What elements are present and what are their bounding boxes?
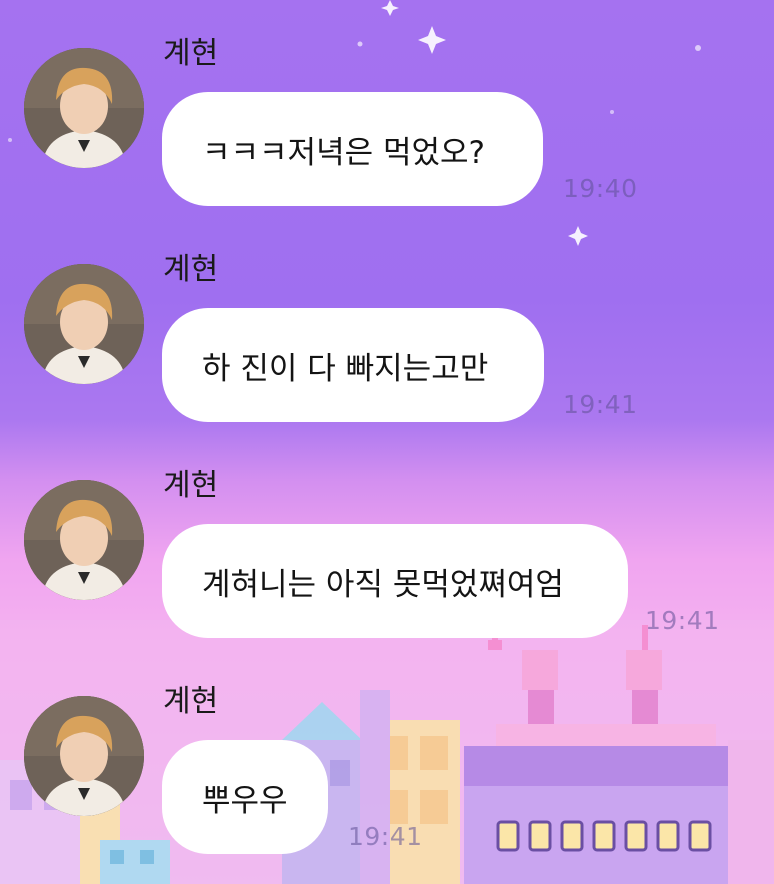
avatar[interactable] (24, 48, 144, 168)
sender-name: 계현 (163, 468, 219, 503)
profile-photo-icon (24, 48, 144, 168)
avatar[interactable] (24, 264, 144, 384)
profile-photo-icon (24, 480, 144, 600)
sender-name: 계현 (163, 252, 219, 287)
chat-message: 계현 계혀니는 아직 못먹었쪄여엄 19:41 (0, 432, 774, 638)
message-bubble[interactable]: 하 진이 다 빠지는고만 (162, 308, 544, 422)
chat-message: 계현 뿌우우 19:41 (0, 648, 774, 854)
sender-name: 계현 (163, 684, 219, 719)
chat-message: 계현 ㅋㅋㅋ저녁은 먹었오? 19:40 (0, 0, 774, 206)
avatar[interactable] (24, 480, 144, 600)
chat-message: 계현 하 진이 다 빠지는고만 19:41 (0, 216, 774, 422)
message-timestamp: 19:41 (348, 822, 423, 851)
profile-photo-icon (24, 264, 144, 384)
message-timestamp: 19:40 (563, 174, 638, 203)
message-bubble[interactable]: 계혀니는 아직 못먹었쪄여엄 (162, 524, 628, 638)
message-timestamp: 19:41 (645, 606, 720, 635)
profile-photo-icon (24, 696, 144, 816)
message-timestamp: 19:41 (563, 390, 638, 419)
message-bubble[interactable]: ㅋㅋㅋ저녁은 먹었오? (162, 92, 543, 206)
avatar[interactable] (24, 696, 144, 816)
sender-name: 계현 (163, 36, 219, 71)
message-bubble[interactable]: 뿌우우 (162, 740, 328, 854)
chat-message-list: 계현 ㅋㅋㅋ저녁은 먹었오? 19:40 계현 하 진이 다 빠지는고만 19:… (0, 0, 774, 884)
